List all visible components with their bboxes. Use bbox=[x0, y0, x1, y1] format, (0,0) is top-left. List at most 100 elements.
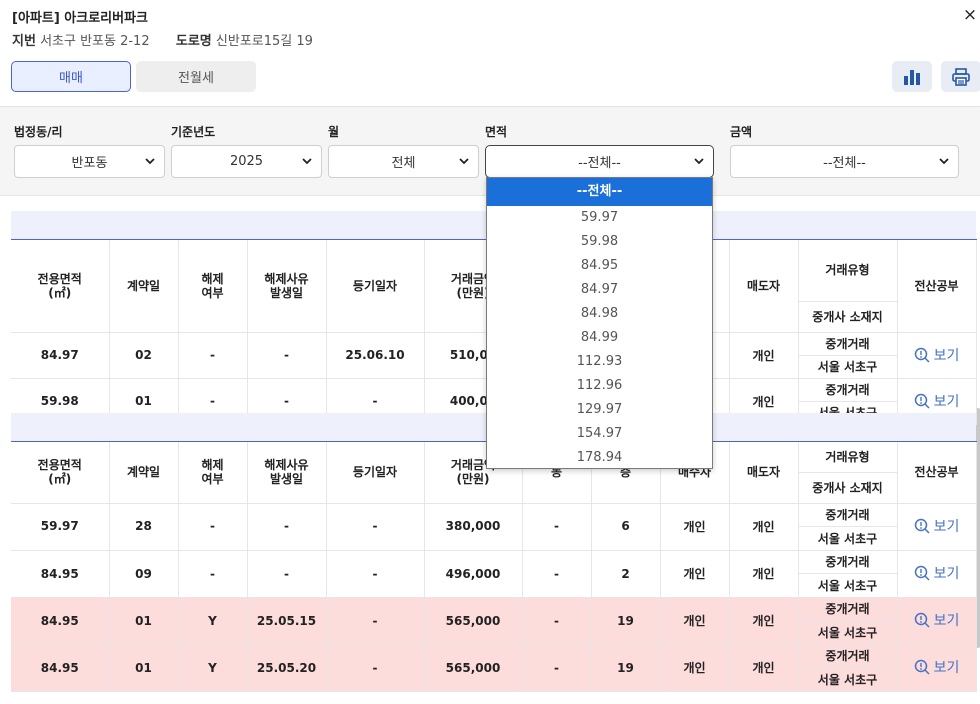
filter-label-month: 월 bbox=[328, 125, 340, 139]
cell-broker-loc: 서울 서초구 bbox=[798, 573, 898, 598]
area-option[interactable]: 112.96 bbox=[487, 374, 712, 398]
area-option[interactable]: 84.97 bbox=[487, 278, 712, 302]
col-contract-day: 계약일 bbox=[109, 239, 179, 333]
dong-select[interactable]: 반포동 bbox=[14, 145, 165, 178]
magnifier-icon bbox=[914, 565, 930, 581]
col-deal-type: 거래유형 bbox=[798, 441, 898, 473]
scrollbar[interactable] bbox=[976, 408, 980, 648]
modal-header: [아파트] 아크로리버파크 × 지번 서초구 반포동 2-12 도로명 신반포로… bbox=[0, 0, 980, 107]
cell-dong: - bbox=[522, 503, 592, 551]
cell-cancel: - bbox=[178, 550, 248, 598]
view-link[interactable]: 보기 bbox=[914, 610, 960, 630]
area-option[interactable]: 59.98 bbox=[487, 230, 712, 254]
view-link[interactable]: 보기 bbox=[914, 345, 959, 365]
cell-floor: 19 bbox=[591, 597, 661, 645]
chevron-down-icon bbox=[694, 158, 704, 165]
col-seller: 매도자 bbox=[729, 441, 799, 504]
chevron-down-icon bbox=[939, 158, 949, 165]
view-link[interactable]: 보기 bbox=[914, 391, 959, 411]
area-option[interactable]: 129.97 bbox=[487, 398, 712, 422]
area-option[interactable]: --전체-- bbox=[487, 178, 712, 206]
view-link[interactable]: 보기 bbox=[914, 516, 960, 536]
close-icon[interactable]: × bbox=[960, 5, 980, 25]
cell-area: 84.95 bbox=[11, 644, 110, 692]
chevron-down-icon bbox=[459, 158, 469, 165]
trade-table-2-body: 59.97 28- - -380,000-6 개인 개인 중개거래 보기 서울 서초구 84.95… bbox=[11, 503, 977, 692]
cell-dong: - bbox=[522, 597, 592, 645]
cell-broker-loc: 서울 서초구 bbox=[798, 620, 898, 645]
road-label: 도로명 bbox=[175, 34, 212, 49]
cell-dong: - bbox=[522, 644, 592, 692]
cell-cancel: - bbox=[178, 503, 248, 551]
year-select-value: 2025 bbox=[229, 154, 264, 169]
cell-seller: 개인 bbox=[729, 550, 799, 598]
cell-buyer: 개인 bbox=[660, 503, 730, 551]
cell-broker-loc: 서울 서초구 bbox=[798, 667, 898, 692]
chevron-down-icon bbox=[145, 158, 155, 165]
filter-label-price: 금액 bbox=[730, 125, 753, 139]
cell-deal-type: 중개거래 bbox=[798, 550, 898, 574]
area-option[interactable]: 84.99 bbox=[487, 326, 712, 350]
view-label: 보기 bbox=[933, 660, 960, 676]
cell-reg: 25.06.10 bbox=[326, 332, 425, 379]
cell-reg: - bbox=[326, 503, 425, 551]
cell-reason: 25.05.15 bbox=[247, 597, 327, 645]
cell-day: 28 bbox=[109, 503, 179, 551]
year-select[interactable]: 2025 bbox=[171, 145, 322, 178]
col-broker-loc: 중개사 소재지 bbox=[798, 301, 898, 333]
jibun-value: 서초구 반포동 2-12 bbox=[40, 34, 150, 49]
cell-day: 09 bbox=[109, 550, 179, 598]
table-row: 84.95 01 Y 25.05.20-565,000-19 개인 개인 중개거래 보기 bbox=[11, 644, 977, 692]
magnifier-icon bbox=[914, 518, 930, 534]
area-option[interactable]: 112.93 bbox=[487, 350, 712, 374]
price-select[interactable]: --전체-- bbox=[730, 145, 959, 178]
view-label: 보기 bbox=[933, 613, 960, 629]
area-select-value: --전체-- bbox=[578, 156, 621, 171]
area-option[interactable]: 154.97 bbox=[487, 422, 712, 446]
filter-label-area: 면적 bbox=[485, 125, 508, 139]
cell-reg: - bbox=[326, 597, 425, 645]
cell-broker-loc: 서울 서초구 bbox=[798, 526, 898, 551]
road-value: 신반포로15길 19 bbox=[215, 34, 313, 49]
area-option[interactable]: 178.94 bbox=[487, 446, 712, 468]
cell-doc: 보기 bbox=[897, 550, 977, 598]
jibun-label: 지번 bbox=[12, 34, 36, 49]
cell-deal-type: 중개거래 bbox=[798, 644, 898, 668]
magnifier-icon bbox=[914, 347, 930, 363]
print-button[interactable] bbox=[941, 61, 980, 92]
view-link[interactable]: 보기 bbox=[914, 657, 960, 677]
chart-button[interactable] bbox=[892, 61, 932, 92]
cell-floor: 19 bbox=[591, 644, 661, 692]
view-link[interactable]: 보기 bbox=[914, 563, 960, 583]
cell-doc: 보기 bbox=[897, 332, 977, 379]
area-option[interactable]: 84.95 bbox=[487, 254, 712, 278]
chevron-down-icon bbox=[302, 158, 312, 165]
col-cancel-reason: 해제사유 발생일 bbox=[247, 441, 327, 504]
cell-area: 59.97 bbox=[11, 503, 110, 551]
col-contract-day: 계약일 bbox=[109, 441, 179, 504]
cell-reason: 25.05.20 bbox=[247, 644, 327, 692]
cell-reason: - bbox=[247, 503, 327, 551]
view-label: 보기 bbox=[933, 518, 960, 535]
area-option[interactable]: 59.97 bbox=[487, 206, 712, 230]
cell-deal-type: 중개거래 bbox=[798, 597, 898, 621]
tab-sale[interactable]: 매매 bbox=[11, 61, 131, 92]
table-row: 84.95 01 Y 25.05.15-565,000-19 개인 개인 중개거래 보기 bbox=[11, 597, 977, 645]
cell-buyer: 개인 bbox=[660, 644, 730, 692]
cell-cancel: Y bbox=[178, 644, 248, 692]
cell-floor: 6 bbox=[591, 503, 661, 551]
view-label: 보기 bbox=[933, 566, 960, 582]
cell-broker-loc: 서울 서초구 bbox=[798, 355, 898, 379]
bar-chart-icon bbox=[904, 69, 920, 85]
magnifier-icon bbox=[914, 612, 930, 628]
cell-reason: - bbox=[247, 550, 327, 598]
printer-icon bbox=[952, 67, 970, 86]
month-select[interactable]: 전체 bbox=[328, 145, 479, 178]
col-area: 전용면적 (㎡) bbox=[11, 239, 110, 333]
cell-doc: 보기 bbox=[897, 503, 977, 551]
magnifier-icon bbox=[914, 393, 930, 409]
tab-rent[interactable]: 전월세 bbox=[136, 61, 256, 92]
area-select[interactable]: --전체-- bbox=[485, 145, 714, 178]
area-option[interactable]: 84.98 bbox=[487, 302, 712, 326]
price-select-value: --전체-- bbox=[823, 156, 866, 171]
